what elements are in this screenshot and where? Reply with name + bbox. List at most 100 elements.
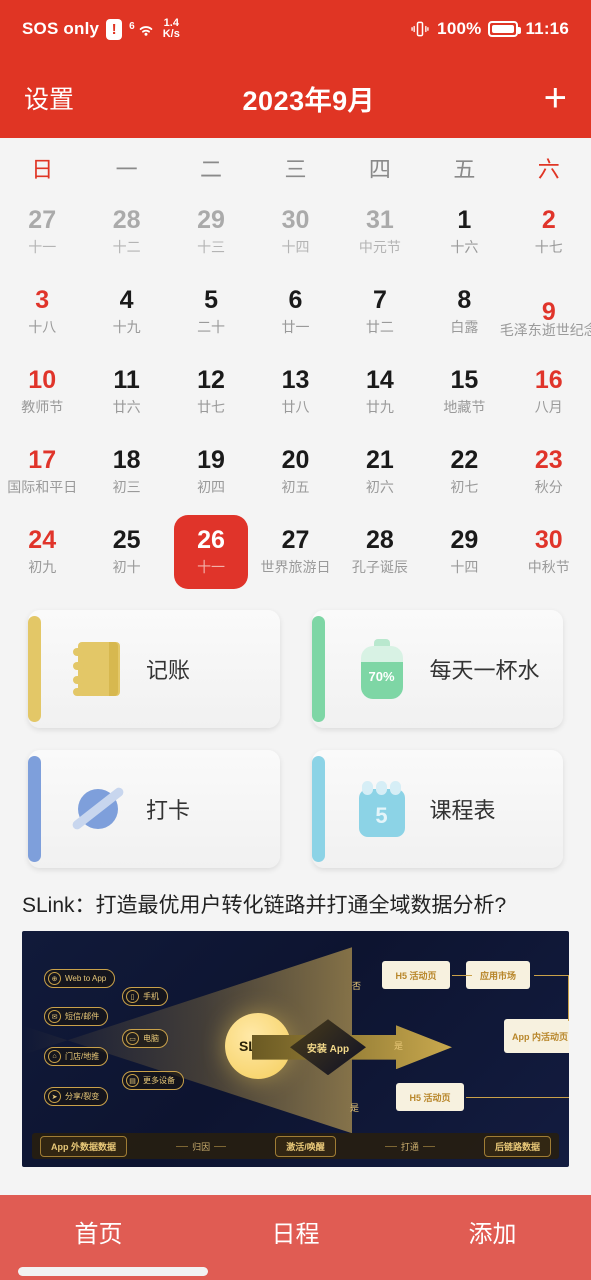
calendar-day-inner: 28 十二: [90, 195, 164, 269]
calendar-day-cell[interactable]: 29 十三: [169, 192, 253, 272]
diagram-node-market: 应用市场: [466, 961, 530, 990]
diagram-footer-bar: App 外数据数据 归因 激活/唤醒 打通 后链路数据: [32, 1133, 559, 1160]
calendar-day-cell[interactable]: 1 十六: [422, 192, 506, 272]
calendar-day-cell[interactable]: 5 二十: [169, 272, 253, 352]
shortcut-card-2[interactable]: 打卡: [28, 750, 280, 868]
card-label: 课程表: [429, 798, 496, 823]
calendar-day-cell[interactable]: 10 教师节: [0, 352, 84, 432]
monitor-icon: ▭: [126, 1032, 139, 1046]
calendar-day-cell[interactable]: 30 中秋节: [507, 512, 591, 592]
calendar-day-cell[interactable]: 8 白露: [422, 272, 506, 352]
calendar-day-inner: 16 八月: [512, 355, 586, 429]
calendar-day-cell[interactable]: 21 初六: [338, 432, 422, 512]
calendar-day-cell[interactable]: 3 十八: [0, 272, 84, 352]
calendar-day-lunar: 国际和平日: [7, 478, 78, 495]
bottom-nav-item-1[interactable]: 日程: [197, 1214, 394, 1249]
calendar-day-inner: 6 廿一: [258, 275, 332, 349]
calendar-day-cell[interactable]: 7 廿二: [338, 272, 422, 352]
calendar-day-inner: 22 初七: [427, 435, 501, 509]
calendar-day-inner: 11 廿六: [90, 355, 164, 429]
carrier-label: SOS only: [22, 19, 100, 38]
calendar-day-lunar: 十三: [197, 238, 226, 255]
calendar-day-lunar: 世界旅游日: [260, 558, 331, 575]
bottom-nav-item-0[interactable]: 首页: [0, 1214, 197, 1249]
calendar-day-cell[interactable]: 25 初十: [84, 512, 168, 592]
vibrate-icon: [411, 21, 429, 37]
calendar-day-lunar: 中元节: [358, 238, 401, 255]
calendar-day-cell[interactable]: 2 十七: [507, 192, 591, 272]
ad-diagram-image[interactable]: ⊕ Web to App ✉ 短信/邮件 ⌂ 门店/地推 ➤ 分享/裂变 ▯ 手…: [22, 931, 569, 1168]
calendar-day-cell[interactable]: 4 十九: [84, 272, 168, 352]
calendar-day-cell[interactable]: 20 初五: [253, 432, 337, 512]
calendar-day-lunar: 初三: [112, 478, 141, 495]
calendar-day-inner: 9 毛泽东逝世纪念: [500, 275, 591, 349]
card-icon-wrap: [66, 777, 130, 841]
diagram-footer-chip-1: 激活/唤醒: [275, 1135, 336, 1157]
bottom-nav-item-2[interactable]: 添加: [394, 1214, 591, 1249]
shortcut-card-3[interactable]: 5 课程表: [311, 750, 563, 868]
home-indicator-zone: [0, 1267, 591, 1280]
calendar-day-inner: 25 初十: [90, 515, 164, 589]
card-accent-bar: [28, 756, 41, 862]
calendar-day-cell[interactable]: 14 廿九: [338, 352, 422, 432]
calendar-day-cell[interactable]: 13 廿八: [253, 352, 337, 432]
calendar-day-cell[interactable]: 17 国际和平日: [0, 432, 84, 512]
home-indicator[interactable]: [18, 1267, 208, 1276]
settings-button[interactable]: 设置: [24, 80, 74, 116]
calendar-day-number: 14: [366, 366, 394, 395]
card-icon-wrap: 5: [350, 777, 414, 841]
calendar-day-cell[interactable]: 28 十二: [84, 192, 168, 272]
calendar-day-inner: 2 十七: [512, 195, 586, 269]
calendar-day-cell[interactable]: 9 毛泽东逝世纪念: [500, 272, 591, 352]
calendar-day-inner: 20 初五: [258, 435, 332, 509]
calendar-day-cell[interactable]: 27 十一: [0, 192, 84, 272]
calendar-day-cell[interactable]: 24 初九: [0, 512, 84, 592]
calendar-day-cell[interactable]: 26 十一: [169, 512, 253, 592]
card-label: 每天一杯水: [429, 658, 540, 683]
calendar-day-inner: 13 廿八: [258, 355, 332, 429]
diagram-device-2: ▤ 更多设备: [122, 1071, 184, 1091]
calendar-day-cell[interactable]: 15 地藏节: [422, 352, 506, 432]
weekday-5: 五: [453, 157, 476, 182]
calendar-day-cell[interactable]: 18 初三: [84, 432, 168, 512]
calendar-day-inner: 5 二十: [174, 275, 248, 349]
calendar-day-cell[interactable]: 12 廿七: [169, 352, 253, 432]
calendar-day-cell[interactable]: 30 十四: [253, 192, 337, 272]
add-button[interactable]: +: [544, 78, 567, 118]
calendar-day-lunar: 初十: [112, 558, 141, 575]
calendar-day-number: 8: [457, 286, 472, 315]
calendar-day-number: 1: [457, 206, 472, 235]
calendar-day-number: 6: [288, 286, 303, 315]
shortcut-card-1[interactable]: 70% 每天一杯水: [311, 610, 563, 728]
planet-icon: [69, 780, 127, 838]
calendar-day-cell[interactable]: 27 世界旅游日: [253, 512, 337, 592]
calendar-day-number: 7: [372, 286, 387, 315]
calendar-grid[interactable]: 27 十一 28 十二 29 十三 30 十四 31 中元节 1 十六 2 十七 3 十八 4 十九 5 二十 6 廿一 7…: [0, 192, 591, 592]
shortcut-card-0[interactable]: 记账: [28, 610, 280, 728]
calendar-day-lunar: 廿二: [365, 318, 394, 335]
calendar-day-inner: 31 中元节: [343, 195, 417, 269]
calendar-day-cell[interactable]: 31 中元节: [338, 192, 422, 272]
calendar-day-cell[interactable]: 6 廿一: [253, 272, 337, 352]
calendar-day-cell[interactable]: 29 十四: [422, 512, 506, 592]
calendar-day-cell[interactable]: 19 初四: [169, 432, 253, 512]
calendar-day-cell[interactable]: 22 初七: [422, 432, 506, 512]
diagram-footer-chip-0: App 外数据数据: [40, 1135, 127, 1157]
content-spacer: [0, 1167, 591, 1195]
calendar-day-inner: 30 十四: [258, 195, 332, 269]
bottom-navigation: 首页 日程 添加: [0, 1195, 591, 1267]
calendar-day-cell[interactable]: 16 八月: [507, 352, 591, 432]
battery-percent-label: 100%: [437, 19, 482, 38]
calendar-day-number: 15: [450, 366, 479, 395]
diagram-source-1-label: 短信/邮件: [65, 1012, 100, 1022]
ad-section[interactable]: SLink：打造最优用户转化链路并打通全域数据分析? ⊕ Web to App …: [0, 878, 591, 1168]
calendar-day-inner: 17 国际和平日: [5, 435, 79, 509]
diagram-branch-no-label: 否: [352, 981, 362, 992]
calendar-day-number: 27: [28, 206, 57, 235]
diagram-node-h5-top: H5 活动页: [382, 961, 450, 990]
calendar-icon: 5: [356, 781, 408, 837]
calendar-day-number: 19: [197, 446, 225, 475]
calendar-day-cell[interactable]: 11 廿六: [84, 352, 168, 432]
calendar-day-cell[interactable]: 28 孔子诞辰: [338, 512, 422, 592]
calendar-day-cell[interactable]: 23 秋分: [507, 432, 591, 512]
